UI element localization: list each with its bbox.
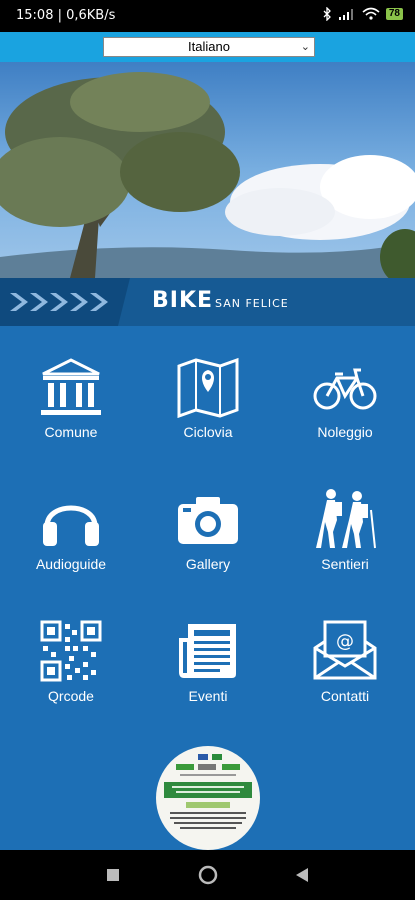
home-icon[interactable] [198,865,218,885]
building-icon [41,358,101,415]
menu-label: Gallery [185,556,231,572]
menu-item-audioguide[interactable]: Audioguide [2,458,140,572]
menu-item-eventi[interactable]: Eventi [139,590,277,704]
hikers-icon [316,489,376,549]
back-icon[interactable] [295,867,309,883]
menu-label: Audioguide [35,556,107,572]
menu-item-comune[interactable]: Comune [2,326,140,440]
menu-item-noleggio[interactable]: Noleggio [276,326,414,440]
menu-item-sentieri[interactable]: Sentieri [276,458,414,572]
menu-label: Noleggio [317,424,373,440]
menu-label: Ciclovia [183,424,233,440]
brand-banner: BIKE SAN FELICE [0,278,415,326]
menu-label: Sentieri [321,556,369,572]
menu-item-contatti[interactable]: @ Contatti [276,590,414,704]
navigation-bar [0,850,415,900]
battery-indicator: 78 [385,8,403,20]
language-selected: Italiano [188,39,230,54]
menu-grid: Comune Ciclovia Noleggio Audioguide Gall… [0,326,415,746]
funding-seal-logo [156,746,260,850]
menu-label: Contatti [320,688,370,704]
status-time: 15:08 | 0,6KB/s [16,8,116,23]
menu-item-qrcode[interactable]: Qrcode [2,590,140,704]
map-icon [177,357,239,418]
svg-text:@: @ [336,631,354,652]
chevron-down-icon: ⌄ [300,41,310,53]
menu-item-ciclovia[interactable]: Ciclovia [139,326,277,440]
language-bar: Italiano ⌄ [0,32,415,62]
menu-item-gallery[interactable]: Gallery [139,458,277,572]
status-bar: 15:08 | 0,6KB/s 78 [0,0,415,32]
headphones-icon [43,505,99,546]
bicycle-icon [313,368,377,410]
bluetooth-icon [323,7,331,21]
hero-image [0,62,415,278]
mail-icon: @ [313,620,377,680]
recent-apps-icon[interactable] [106,868,120,882]
camera-icon [178,497,238,544]
newspaper-icon [179,624,236,678]
wifi-icon [362,7,380,20]
bike-logo: BIKE SAN FELICE [152,288,289,313]
signal-icon [338,9,353,20]
qrcode-icon [40,620,102,682]
language-select[interactable]: Italiano ⌄ [103,37,315,57]
menu-label: Qrcode [48,688,94,704]
arrows-decoration [0,278,130,326]
menu-label: Eventi [188,688,228,704]
menu-label: Comune [44,424,98,440]
